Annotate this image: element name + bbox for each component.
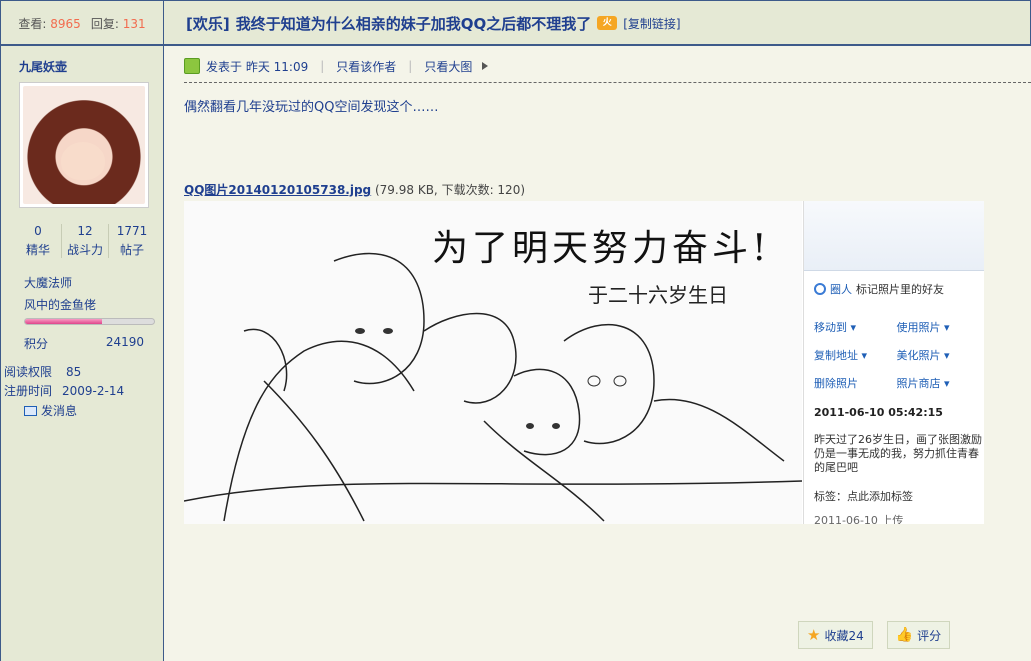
thumb-icon: 👍 [895, 627, 914, 643]
posted-at: 发表于 昨天 11:09 [206, 59, 309, 74]
photo-shop-link[interactable]: 照片商店 ▾ [897, 375, 980, 391]
sketch-subcaption: 于二十六岁生日 [588, 283, 728, 307]
count-value: 1771 [116, 224, 148, 238]
post-divider [184, 82, 1031, 83]
copy-link[interactable]: [复制链接] [623, 15, 680, 32]
rank-title: 大魔法师 [24, 276, 73, 290]
delete-photo-link[interactable]: 删除照片 [814, 375, 897, 391]
photo-panel: 圈人 标记照片里的好友 移动到 ▾ 使用照片 ▾ 复制地址 ▾ 美化照片 ▾ 删… [803, 201, 984, 524]
count-label: 精华 [25, 243, 50, 257]
read-perm-value: 85 [66, 365, 82, 379]
play-triangle-icon [482, 62, 489, 70]
divider: | [320, 59, 325, 73]
mail-icon [24, 405, 37, 416]
thread-tag[interactable]: [欢乐] [186, 13, 230, 34]
thread-title-area: [欢乐] 我终于知道为什么相亲的妹子加我QQ之后都不理我了 火 [复制链接] [186, 1, 681, 45]
people-hint: 标记照片里的好友 [856, 283, 944, 296]
photo-description: 昨天过了26岁生日，画了张图激励仍是一事无成的我，努力抓住青春的尾巴吧 [814, 433, 982, 474]
read-permission: 阅读权限 85 [4, 363, 81, 380]
favorite-button[interactable]: ★ 收藏24 [798, 621, 873, 649]
register-time: 注册时间 2009-2-14 [4, 382, 124, 399]
only-large-link[interactable]: 只看大图 [424, 58, 472, 75]
only-author-link[interactable]: 只看该作者 [336, 58, 396, 75]
sketch-caption: 为了明天努力奋斗! [432, 228, 771, 269]
count-power[interactable]: 12 战斗力 [62, 224, 109, 258]
photo-date: 2011-06-10 05:42:15 [814, 406, 943, 419]
beautify-link[interactable]: 美化照片 ▾ [897, 347, 980, 363]
count-value: 0 [34, 224, 42, 238]
attachment-link[interactable]: QQ图片20140120105738.jpg [184, 183, 371, 197]
reg-value: 2009-2-14 [62, 384, 125, 398]
post-meta: 发表于 昨天 11:09 | 只看该作者 | 只看大图 [184, 56, 489, 76]
thread-title: 我终于知道为什么相亲的妹子加我QQ之后都不理我了 [235, 14, 592, 33]
copy-address-link[interactable]: 复制地址 ▾ [814, 347, 897, 363]
attachment: QQ图片20140120105738.jpg (79.98 KB, 下载次数: … [184, 181, 525, 198]
score-label: 积分 [24, 337, 49, 351]
star-icon: ★ [807, 626, 821, 644]
rate-label: 评分 [917, 628, 942, 643]
thread-stats: 查看: 8965 回复: 131 [1, 1, 164, 45]
count-label: 帖子 [119, 243, 144, 257]
people-icon [814, 283, 826, 295]
count-label: 战斗力 [66, 243, 103, 257]
author-counts: 0 精华 12 战斗力 1771 帖子 [15, 224, 155, 258]
score-value: 24190 [105, 335, 144, 349]
thread-header: 查看: 8965 回复: 131 [欢乐] 我终于知道为什么相亲的妹子加我QQ之… [0, 0, 1031, 46]
author-username[interactable]: 九尾妖壶 [19, 58, 67, 75]
read-perm-label: 阅读权限 [4, 365, 53, 379]
photo-actions: 移动到 ▾ 使用照片 ▾ 复制地址 ▾ 美化照片 ▾ 删除照片 照片商店 ▾ [814, 319, 979, 391]
send-message-label: 发消息 [41, 404, 78, 418]
people-label: 圈人 [830, 283, 852, 296]
count-essence[interactable]: 0 精华 [15, 224, 62, 258]
count-value: 12 [77, 224, 93, 238]
hot-icon: 火 [597, 16, 618, 30]
attachment-info: (79.98 KB, 下载次数: 120) [374, 183, 526, 197]
avatar[interactable] [19, 82, 149, 208]
views-count: 8965 [50, 16, 81, 31]
online-status-icon [184, 58, 200, 74]
photo-tag[interactable]: 标签：点此添加标签 [814, 488, 913, 504]
photo-upload-date: 2011-06-10 上传 [814, 514, 904, 524]
count-posts[interactable]: 1771 帖子 [109, 224, 155, 258]
rank-progress-bar [24, 318, 155, 325]
rank-name: 风中的金鱼佬 [24, 298, 97, 312]
replies-count: 131 [122, 16, 146, 31]
divider: | [408, 59, 413, 73]
send-message-link[interactable]: 发消息 [24, 402, 77, 419]
use-photo-link[interactable]: 使用照片 ▾ [897, 319, 980, 335]
post-body: 偶然翻看几年没玩过的QQ空间发现这个…… [184, 100, 439, 115]
views-label: 查看: 8965 [18, 16, 81, 31]
move-to-link[interactable]: 移动到 ▾ [814, 319, 897, 335]
avatar-image [23, 86, 145, 204]
author-sidebar: 九尾妖壶 0 精华 12 战斗力 1771 帖子 大魔法师 风中的金鱼佬 积分 … [0, 46, 164, 661]
attached-image[interactable]: 为了明天努力奋斗! 于二十六岁生日 圈人 标记照片里的好友 移动到 ▾ 使用照片… [184, 201, 984, 524]
replies-label: 回复: 131 [90, 16, 146, 31]
post-actions: ★ 收藏24 👍 评分 [798, 621, 951, 649]
panel-header [804, 201, 984, 271]
rate-button[interactable]: 👍 评分 [886, 621, 951, 649]
reg-label: 注册时间 [4, 384, 53, 398]
rank-progress-fill [25, 319, 103, 324]
favorite-label: 收藏24 [824, 628, 864, 643]
sketch-drawing: 为了明天努力奋斗! 于二十六岁生日 [184, 201, 803, 524]
tag-people[interactable]: 圈人 标记照片里的好友 [814, 281, 944, 297]
score-row: 积分 24190 [24, 335, 144, 352]
